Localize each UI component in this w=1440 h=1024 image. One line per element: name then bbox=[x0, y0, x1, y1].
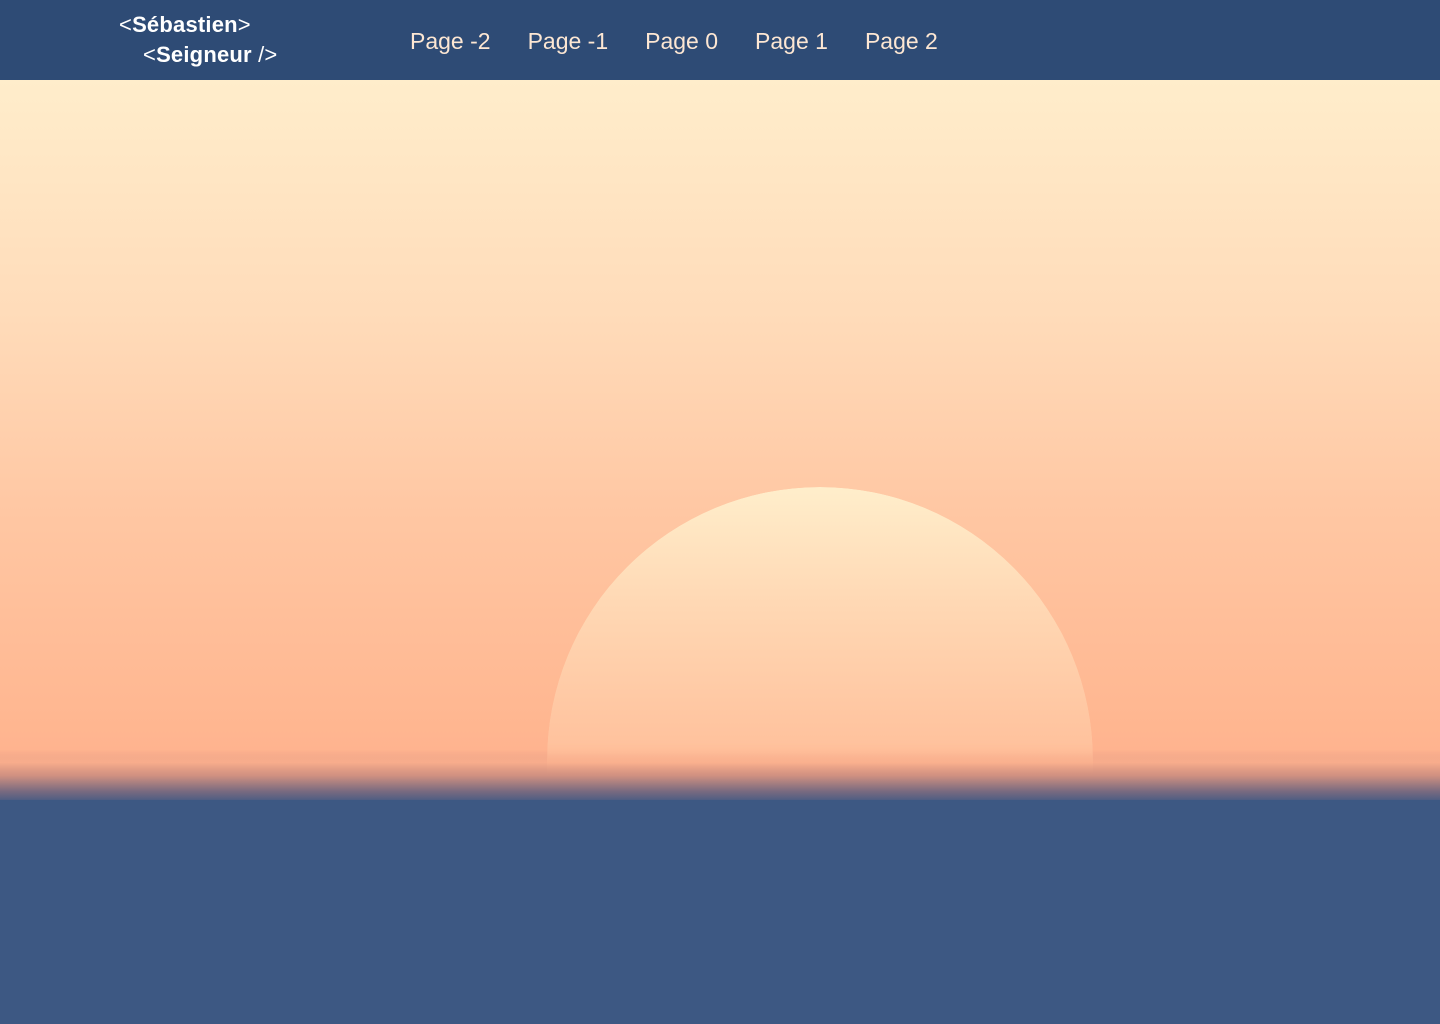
nav-link-page-minus-1[interactable]: Page -1 bbox=[528, 28, 609, 55]
logo-line-last-name: <Seigneur /> bbox=[119, 40, 277, 70]
sea-background bbox=[0, 800, 1440, 1024]
logo-first-name: Sébastien bbox=[132, 12, 238, 37]
site-logo[interactable]: <Sébastien> <Seigneur /> bbox=[119, 10, 277, 70]
nav-link-page-0[interactable]: Page 0 bbox=[645, 28, 718, 55]
logo-bracket-open: < bbox=[143, 42, 157, 67]
logo-bracket-close: > bbox=[237, 12, 251, 37]
page: <Sébastien> <Seigneur /> Page -2 Page -1… bbox=[0, 0, 1440, 1024]
horizon-haze bbox=[0, 752, 1440, 804]
nav-link-page-2[interactable]: Page 2 bbox=[865, 28, 938, 55]
main-nav: Page -2 Page -1 Page 0 Page 1 Page 2 bbox=[410, 24, 975, 58]
nav-link-page-1[interactable]: Page 1 bbox=[755, 28, 828, 55]
nav-link-page-minus-2[interactable]: Page -2 bbox=[410, 28, 491, 55]
logo-bracket-open: < bbox=[119, 12, 133, 37]
logo-last-name: Seigneur bbox=[156, 42, 252, 67]
logo-bracket-self-close: /> bbox=[251, 42, 278, 67]
logo-line-first-name: <Sébastien> bbox=[119, 10, 277, 40]
top-navbar: <Sébastien> <Seigneur /> Page -2 Page -1… bbox=[0, 0, 1440, 80]
